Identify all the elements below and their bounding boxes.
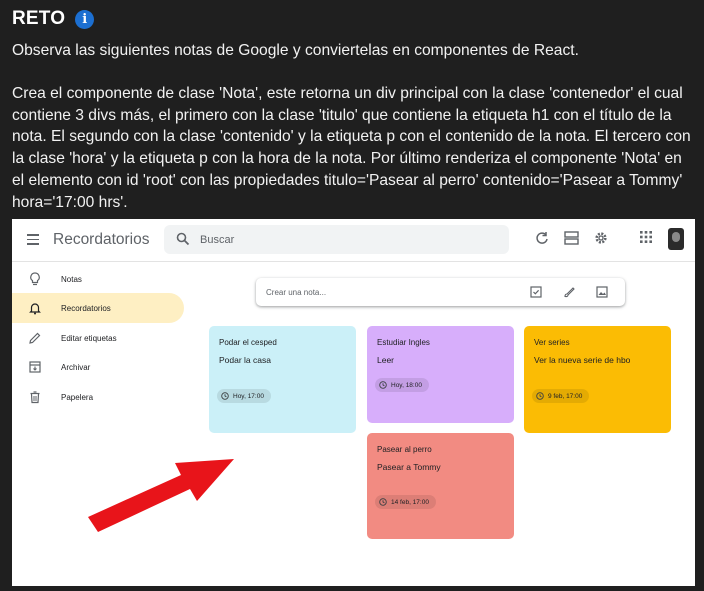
info-icon[interactable]: i [75,9,95,29]
challenge-header: RETO i [12,8,95,30]
keep-screenshot: Recordatorios Notas Recordatorios Editar… [12,219,695,586]
challenge-title: RETO [12,8,66,29]
description-intro: Observa las siguientes notas de Google y… [12,42,579,59]
description-instructions: Crea el componente de clase 'Nota', este… [12,84,691,211]
challenge-description: Observa las siguientes notas de Google y… [12,40,696,214]
red-arrow-icon [88,459,234,532]
